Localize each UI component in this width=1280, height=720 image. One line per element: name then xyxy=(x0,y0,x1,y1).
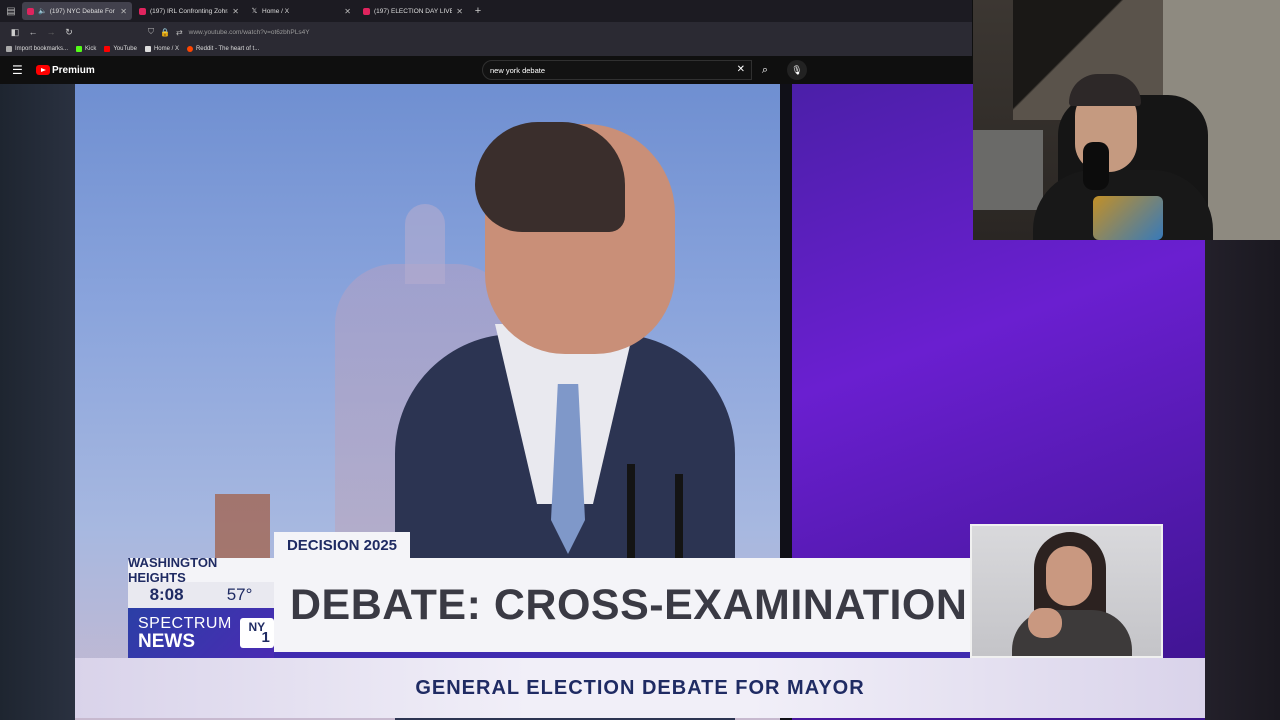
bookmark-label: YouTube xyxy=(113,46,137,52)
youtube-icon xyxy=(104,46,111,52)
youtube-favicon-icon xyxy=(363,7,370,15)
shield-icon[interactable]: ⛉ xyxy=(148,27,154,37)
logo-text: Premium xyxy=(52,64,95,76)
import-icon xyxy=(6,46,12,52)
ny1-badge: NY 1 xyxy=(239,618,274,648)
bookmark-label: Import bookmarks... xyxy=(15,46,69,52)
speaker-hair xyxy=(475,122,625,232)
search-input[interactable]: new york debate ✕ xyxy=(482,60,752,80)
microphone-icon[interactable]: 🎙 xyxy=(787,60,807,80)
bookmark-label: Home / X xyxy=(153,46,179,52)
clear-search-icon[interactable]: ✕ xyxy=(737,64,745,75)
speaker-icon[interactable]: 🔈 xyxy=(38,7,47,15)
time-temperature: 8:08 57° xyxy=(128,582,274,608)
reload-icon[interactable]: ↻ xyxy=(60,27,78,38)
streamer-microphone xyxy=(1083,142,1109,190)
network-wordmark: SPECTRUM NEWS xyxy=(138,615,232,651)
forward-icon[interactable]: → xyxy=(42,27,60,37)
close-tab-icon[interactable]: ✕ xyxy=(232,7,239,16)
youtube-header: ☰ Premium new york debate ✕ ⌕ 🎙 xyxy=(0,56,972,84)
reddit-icon xyxy=(186,46,193,52)
bookmark-kick[interactable]: Kick xyxy=(76,46,96,52)
browser-tab-bar: ▤ 🔈 (197) NYC Debate For Mayor ✕ (197) I… xyxy=(0,0,972,22)
video-edge-left xyxy=(0,84,75,720)
temperature: 57° xyxy=(226,585,253,604)
permissions-icon[interactable]: ⇄ xyxy=(176,28,183,37)
tab-title: Home / X xyxy=(262,7,290,15)
interpreter-hand xyxy=(1028,608,1062,638)
headline-banner: DEBATE: CROSS-EXAMINATION xyxy=(274,558,970,652)
tab-list-icon[interactable]: ▤ xyxy=(0,0,22,22)
subheadline-banner: GENERAL ELECTION DEBATE FOR MAYOR xyxy=(75,658,1205,718)
sign-language-interpreter xyxy=(970,524,1163,658)
tab-title: (197) NYC Debate For Mayor xyxy=(49,7,117,15)
bookmark-reddit[interactable]: Reddit - The heart of t... xyxy=(186,46,260,52)
browser-nav-bar: ◧ ← → ↻ ⛉ 🔒 ⇄ www.youtube.com/watch?v=ot… xyxy=(0,22,972,42)
youtube-play-icon xyxy=(36,65,50,75)
youtube-premium-logo[interactable]: Premium xyxy=(36,65,95,76)
lock-icon[interactable]: 🔒 xyxy=(160,28,170,37)
tab-irl-confronting[interactable]: (197) IRL Confronting Zohran M ✕ xyxy=(134,2,244,20)
network-line2: NEWS xyxy=(138,631,195,652)
new-tab-icon[interactable]: + xyxy=(470,5,486,17)
interpreter-face xyxy=(1046,546,1092,606)
background-tower xyxy=(405,204,445,284)
tab-title: (197) ELECTION DAY LIVE: Watc xyxy=(374,7,453,15)
x-logo-icon: 𝕏 xyxy=(251,7,258,15)
bookmark-label: Kick xyxy=(85,46,97,52)
streamer-webcam xyxy=(973,0,1280,240)
back-icon[interactable]: ← xyxy=(24,27,42,37)
kick-icon xyxy=(76,46,83,52)
badge-number: 1 xyxy=(261,629,270,646)
close-tab-icon[interactable]: ✕ xyxy=(120,7,127,16)
shirt-graphic xyxy=(1093,196,1163,240)
clock-time: 8:08 xyxy=(149,585,184,604)
url-text[interactable]: www.youtube.com/watch?v=ot6zbhPLs4Y xyxy=(189,29,310,36)
close-tab-icon[interactable]: ✕ xyxy=(344,7,351,16)
bookmark-import[interactable]: Import bookmarks... xyxy=(6,46,68,52)
bookmarks-bar: Import bookmarks... Kick YouTube Home / … xyxy=(0,42,972,56)
decision-tag: DECISION 2025 xyxy=(274,532,410,558)
close-tab-icon[interactable]: ✕ xyxy=(456,7,463,16)
sidebar-toggle-icon[interactable]: ◧ xyxy=(6,27,24,38)
tab-nyc-debate[interactable]: 🔈 (197) NYC Debate For Mayor ✕ xyxy=(22,2,132,20)
tab-title: (197) IRL Confronting Zohran M xyxy=(150,7,228,15)
youtube-favicon-icon xyxy=(139,7,146,15)
search-value[interactable]: new york debate xyxy=(490,66,545,75)
url-bar[interactable]: ⛉ 🔒 ⇄ www.youtube.com/watch?v=ot6zbhPLs4… xyxy=(148,25,848,39)
webcam-couch xyxy=(973,130,1043,210)
tab-home-x[interactable]: 𝕏 Home / X ✕ xyxy=(246,2,356,20)
bookmark-label: Reddit - The heart of t... xyxy=(195,46,260,52)
location-label: WASHINGTON HEIGHTS xyxy=(128,555,274,585)
youtube-favicon-icon xyxy=(27,7,34,15)
bookmark-x[interactable]: Home / X xyxy=(144,46,179,52)
spectrum-news-logo: SPECTRUM NEWS NY 1 xyxy=(128,608,274,658)
bookmark-youtube[interactable]: YouTube xyxy=(104,46,137,52)
search-icon[interactable]: ⌕ xyxy=(752,60,778,80)
menu-icon[interactable]: ☰ xyxy=(12,63,28,77)
tab-election-day[interactable]: (197) ELECTION DAY LIVE: Watc ✕ xyxy=(358,2,468,20)
x-logo-icon xyxy=(144,46,151,52)
